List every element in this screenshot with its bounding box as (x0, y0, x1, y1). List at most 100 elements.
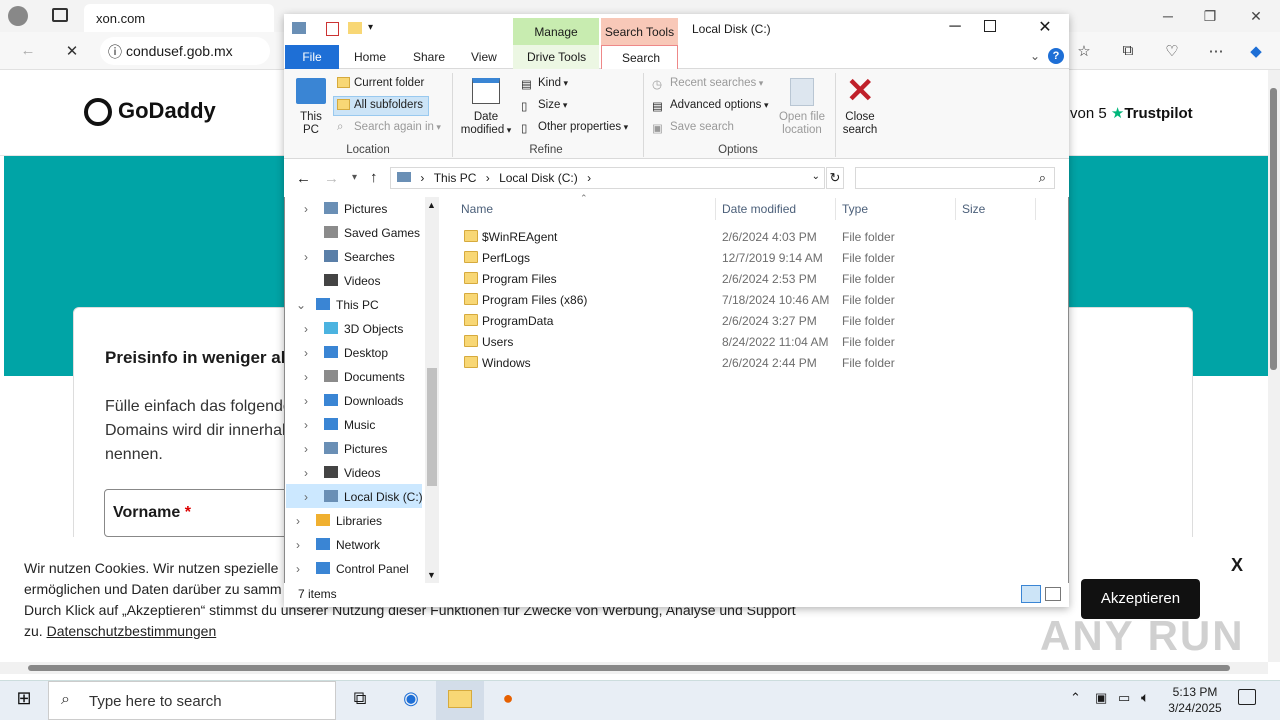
site-info-icon[interactable]: ⓘ (108, 42, 122, 62)
other-properties-button[interactable]: Other properties ▾ (538, 121, 628, 133)
tab-actions-icon[interactable] (52, 8, 68, 22)
browser-close-icon[interactable]: ✕ (1244, 8, 1268, 25)
current-folder-button[interactable]: Current folder (354, 77, 424, 89)
tree-item[interactable]: › 3D Objects (304, 317, 403, 341)
file-row[interactable]: Program Files 2/6/2024 2:53 PM File folder (440, 269, 1060, 290)
file-row[interactable]: Program Files (x86) 7/18/2024 10:46 AM Fil… (440, 290, 1060, 311)
expand-chevron-icon[interactable]: › (296, 538, 310, 552)
new-folder-icon[interactable] (348, 22, 362, 34)
tree-item[interactable]: › Desktop (304, 341, 388, 365)
explorer-search-box[interactable]: ⌕ (855, 167, 1055, 189)
expand-chevron-icon[interactable]: › (304, 490, 318, 504)
address-bar[interactable]: ⓘ condusef.gob.mx (100, 37, 270, 65)
tree-item[interactable]: › Documents (304, 365, 405, 389)
tab-home[interactable]: Home (344, 45, 396, 69)
firefox-icon[interactable]: ● (494, 688, 522, 712)
more-menu-icon[interactable]: ⋯ (1206, 42, 1226, 62)
browser-essentials-icon[interactable]: ♡ (1162, 42, 1182, 62)
file-row[interactable]: Windows 2/6/2024 2:44 PM File folder (440, 353, 1060, 374)
column-divider[interactable] (955, 198, 956, 220)
tree-item[interactable]: › Network (296, 533, 380, 557)
tree-item[interactable]: › Pictures (304, 197, 387, 221)
scroll-up-icon[interactable]: ▲ (427, 200, 436, 210)
file-row[interactable]: PerfLogs 12/7/2019 9:14 AM File folder (440, 248, 1060, 269)
volume-icon[interactable]: 🔈︎ (1141, 689, 1149, 706)
tree-item[interactable]: › Local Disk (C:) (304, 485, 423, 509)
network-tray-icon[interactable]: ▣ (1095, 690, 1107, 706)
tree-item[interactable]: › Control Panel (296, 557, 409, 581)
godaddy-logo[interactable]: GoDaddy (84, 98, 216, 127)
expand-chevron-icon[interactable]: › (296, 562, 310, 576)
kind-button[interactable]: Kind ▾ (538, 77, 568, 89)
expand-chevron-icon[interactable]: › (304, 322, 318, 336)
expand-chevron-icon[interactable]: › (304, 466, 318, 480)
recent-searches-button[interactable]: Recent searches ▾ (670, 77, 763, 89)
expand-chevron-icon[interactable]: › (304, 394, 318, 408)
tree-item[interactable]: › Videos (304, 461, 380, 485)
notifications-icon[interactable] (1238, 689, 1256, 705)
explorer-minimize-icon[interactable]: ─ (940, 18, 970, 36)
ribbon-collapse-icon[interactable]: ⌄ (1030, 49, 1040, 63)
large-icons-view-icon[interactable] (1045, 587, 1061, 601)
back-icon[interactable]: ← (18, 42, 38, 62)
forward-icon[interactable]: → (324, 170, 339, 187)
tab-share[interactable]: Share (403, 45, 455, 69)
this-pc-icon[interactable] (296, 78, 326, 104)
collections-icon[interactable]: ⧉ (1118, 42, 1138, 62)
system-clock[interactable]: 5:13 PM 3/24/2025 (1160, 684, 1230, 716)
expand-chevron-icon[interactable]: › (304, 250, 318, 264)
close-search-button[interactable]: Close search (840, 111, 880, 137)
scroll-down-icon[interactable]: ▼ (427, 570, 436, 580)
favorites-star-icon[interactable]: ☆ (1074, 42, 1094, 62)
advanced-options-button[interactable]: Advanced options ▾ (670, 99, 768, 111)
properties-icon[interactable] (326, 22, 339, 36)
refresh-icon[interactable]: ↻ (826, 167, 844, 189)
tree-item[interactable]: › Searches (304, 245, 395, 269)
start-windows-icon[interactable]: ⊞ (10, 688, 38, 712)
horizontal-scroll-thumb[interactable] (28, 665, 1230, 671)
trustpilot-rating[interactable]: von 5 ★Trustpilot (1070, 104, 1193, 122)
explorer-address-bar[interactable]: › This PC › Local Disk (C:) › ⌄ (390, 167, 825, 189)
tree-item[interactable]: › Downloads (304, 389, 403, 413)
tab-view[interactable]: View (461, 45, 507, 69)
open-file-location-button[interactable]: Open file location (772, 111, 832, 137)
stop-loading-icon[interactable]: ✕ (62, 42, 82, 62)
tab-drive-tools[interactable]: Drive Tools (513, 45, 599, 69)
expand-chevron-icon[interactable]: › (304, 370, 318, 384)
browser-restore-icon[interactable]: ❐ (1198, 8, 1222, 25)
tree-item[interactable]: › Libraries (296, 509, 382, 533)
explorer-close-icon[interactable]: ✕ (1030, 17, 1060, 37)
explorer-maximize-icon[interactable] (984, 20, 996, 32)
browser-minimize-icon[interactable]: ─ (1156, 8, 1180, 24)
address-dropdown-icon[interactable]: ⌄ (812, 171, 820, 182)
column-header-name[interactable]: Name (461, 200, 493, 218)
taskbar-search-box[interactable]: ⌕ Type here to search (48, 681, 336, 720)
show-hidden-icons-icon[interactable]: ⌃ (1070, 690, 1081, 706)
breadcrumb-local-disk[interactable]: Local Disk (C:) (499, 171, 578, 185)
save-search-button[interactable]: Save search (670, 121, 734, 133)
vertical-scroll-thumb[interactable] (1270, 88, 1277, 370)
file-row[interactable]: $WinREAgent 2/6/2024 4:03 PM File folder (440, 227, 1060, 248)
expand-chevron-icon[interactable]: › (304, 346, 318, 360)
tree-item[interactable]: Videos (304, 269, 380, 293)
browser-tab[interactable]: xon.com (84, 4, 274, 32)
file-row[interactable]: Users 8/24/2022 11:04 AM File folder (440, 332, 1060, 353)
profile-avatar-icon[interactable] (8, 6, 28, 26)
ethernet-icon[interactable]: ▭ (1118, 690, 1130, 706)
up-icon[interactable]: ↑ (370, 169, 378, 186)
column-divider[interactable] (835, 198, 836, 220)
recent-locations-icon[interactable]: ▾ (352, 172, 357, 183)
date-modified-button[interactable]: Date modified ▾ (458, 111, 514, 137)
help-icon[interactable]: ? (1048, 48, 1064, 64)
expand-chevron-icon[interactable]: › (304, 418, 318, 432)
file-row[interactable]: ProgramData 2/6/2024 3:27 PM File folder (440, 311, 1060, 332)
privacy-policy-link[interactable]: Datenschutzbestimmungen (47, 623, 217, 639)
this-pc-button[interactable]: This PC (297, 111, 325, 137)
tree-item[interactable]: ⌄ This PC (296, 293, 379, 317)
nav-pane-scroll-thumb[interactable] (427, 368, 437, 486)
column-header-type[interactable]: Type (842, 200, 868, 218)
close-cookie-banner-button[interactable]: X (1231, 555, 1243, 576)
first-name-field[interactable]: Vorname * (104, 489, 304, 537)
edge-browser-icon[interactable]: ◉ (397, 688, 425, 712)
column-header-size[interactable]: Size (962, 200, 985, 218)
